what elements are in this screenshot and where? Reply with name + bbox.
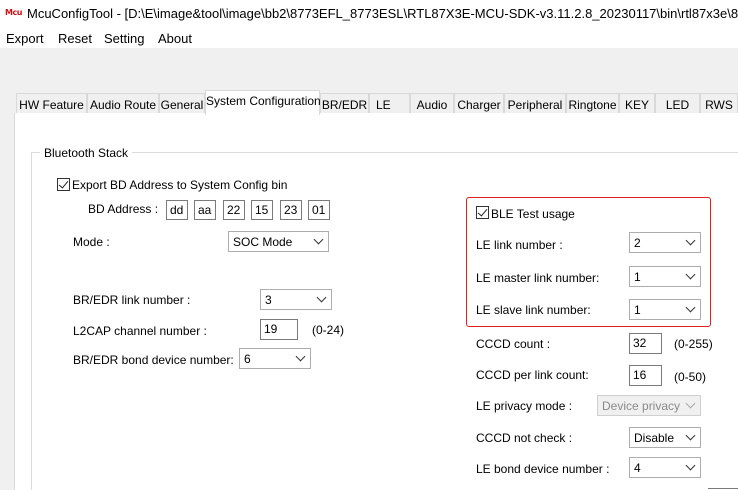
bd-address-octet-3[interactable]: 22 [223, 200, 245, 220]
mode-select[interactable]: SOC Mode [228, 231, 329, 252]
bd-address-octet-2[interactable]: aa [194, 200, 216, 220]
tab-charger[interactable]: Charger [454, 93, 504, 114]
l2cap-channel-number-input[interactable]: 19 [260, 319, 298, 340]
bd-address-octet-4[interactable]: 15 [251, 200, 273, 220]
tab-audio-route[interactable]: Audio Route [87, 93, 159, 114]
le-slave-link-number-select[interactable]: 1 [629, 299, 701, 320]
tab-general[interactable]: General [159, 93, 205, 114]
cccd-not-check-select[interactable]: Disable [629, 427, 701, 448]
le-privacy-mode-label: LE privacy mode : [476, 399, 573, 413]
ble-test-usage-checkbox[interactable] [476, 206, 489, 219]
tab-le[interactable]: LE [369, 93, 410, 114]
le-link-number-label: LE link number : [476, 238, 563, 252]
chevron-down-icon [295, 351, 306, 362]
chevron-down-icon [685, 302, 696, 313]
bredr-link-number-label: BR/EDR link number : [73, 293, 191, 307]
le-link-number-value: 2 [634, 236, 641, 250]
bredr-bond-device-number-select[interactable]: 6 [239, 348, 311, 369]
menu-reset[interactable]: Reset [58, 31, 92, 46]
le-slave-link-number-label: LE slave link number: [476, 303, 591, 317]
tab-key[interactable]: KEY [619, 93, 655, 114]
app-logo-icon: Mcu [5, 8, 22, 17]
title-bar: Mcu McuConfigTool - [D:\E\image&tool\ima… [0, 0, 738, 28]
bredr-link-number-value: 3 [265, 293, 272, 307]
le-bond-device-number-value: 4 [634, 461, 641, 475]
le-master-link-number-select[interactable]: 1 [629, 266, 701, 287]
l2cap-channel-number-label: L2CAP channel number : [73, 324, 207, 338]
le-master-link-number-label: LE master link number: [476, 271, 600, 285]
bd-address-octet-6[interactable]: 01 [308, 200, 330, 220]
chevron-down-icon [685, 460, 696, 471]
tab-strip: HW Feature Audio Route General System Co… [14, 90, 738, 115]
menu-bar: Export Reset Setting About [0, 28, 738, 48]
chevron-down-icon [313, 234, 324, 245]
tab-bredr[interactable]: BR/EDR [320, 93, 369, 114]
cccd-per-link-count-input[interactable]: 16 [629, 365, 662, 386]
tab-led[interactable]: LED [655, 93, 700, 114]
cccd-not-check-value: Disable [634, 431, 675, 445]
le-privacy-mode-value: Device privacy [602, 399, 681, 413]
le-link-number-select[interactable]: 2 [629, 232, 701, 253]
chevron-down-icon [685, 398, 696, 409]
cccd-per-link-range-label: (0-50) [674, 370, 707, 384]
tab-rws[interactable]: RWS [700, 93, 738, 114]
export-bd-checkbox[interactable] [57, 178, 70, 191]
chevron-down-icon [685, 235, 696, 246]
chevron-down-icon [685, 269, 696, 280]
l2cap-range-label: (0-24) [312, 323, 345, 337]
mode-value: SOC Mode [233, 235, 293, 249]
mode-label: Mode : [73, 235, 110, 249]
cccd-per-link-count-label: CCCD per link count: [476, 368, 589, 382]
chevron-down-icon [316, 292, 327, 303]
cccd-count-input[interactable]: 32 [629, 333, 662, 354]
le-privacy-mode-select: Device privacy [597, 395, 701, 416]
le-master-link-number-value: 1 [634, 270, 641, 284]
bredr-link-number-select[interactable]: 3 [260, 289, 332, 310]
menu-export[interactable]: Export [6, 31, 44, 46]
group-title: Bluetooth Stack [40, 146, 133, 160]
ble-test-usage-label: BLE Test usage [491, 207, 575, 221]
chevron-down-icon [685, 430, 696, 441]
export-bd-label: Export BD Address to System Config bin [72, 178, 288, 192]
bd-address-label: BD Address : [88, 202, 159, 216]
tab-peripheral[interactable]: Peripheral [504, 93, 566, 114]
le-bond-device-number-select[interactable]: 4 [629, 457, 701, 478]
bredr-bond-device-number-value: 6 [244, 352, 251, 366]
bd-address-octet-5[interactable]: 23 [280, 200, 302, 220]
tab-hw-feature[interactable]: HW Feature [16, 93, 87, 114]
tab-ringtone[interactable]: Ringtone [566, 93, 619, 114]
divider [708, 488, 738, 489]
menu-about[interactable]: About [158, 31, 192, 46]
cccd-count-range-label: (0-255) [674, 337, 713, 351]
tab-system-configuration[interactable]: System Configuration [205, 90, 321, 115]
bredr-bond-device-number-label: BR/EDR bond device number: [73, 353, 234, 367]
bd-address-octet-1[interactable]: dd [166, 200, 188, 220]
le-bond-device-number-label: LE bond device number : [476, 462, 610, 476]
cccd-not-check-label: CCCD not check : [476, 431, 573, 445]
le-slave-link-number-value: 1 [634, 303, 641, 317]
cccd-count-label: CCCD count : [476, 337, 551, 351]
window-title: McuConfigTool - [D:\E\image&tool\image\b… [27, 6, 738, 21]
menu-setting[interactable]: Setting [104, 31, 144, 46]
tab-audio[interactable]: Audio [410, 93, 454, 114]
